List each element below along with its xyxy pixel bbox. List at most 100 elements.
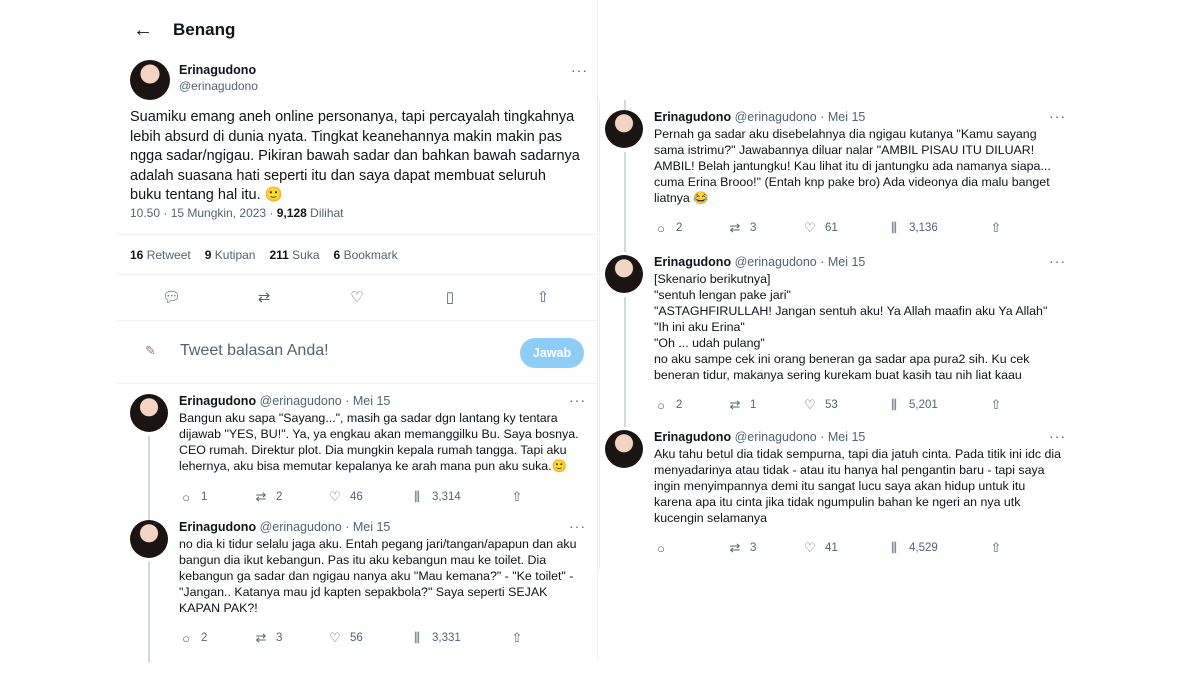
tweet-text: no dia ki tidur selalu jaga aku. Entah p… [179,537,577,615]
share-icon: ⇧ [990,540,1002,555]
more-options-icon[interactable]: ··· [1049,108,1066,124]
reply-action[interactable]: ○ 2 [179,630,254,646]
tweet-header: Erinagudono @erinagudono · Mei 15 [654,430,865,444]
like-action[interactable]: ♡ 56 [328,630,410,646]
bookmarks-stat[interactable]: 6 Bookmark [334,248,398,262]
retweet-action[interactable]: ⇄ 2 [254,489,328,505]
thread-line [624,152,626,252]
share-action[interactable]: ⇧ [510,489,524,505]
author-handle[interactable]: @erinagudono [179,79,258,93]
avatar[interactable] [130,394,168,432]
share-icon[interactable]: ⇧ [534,288,552,306]
more-options-icon[interactable]: ··· [1049,253,1066,269]
reply-action[interactable]: ○ [654,540,728,556]
avatar[interactable] [130,520,168,558]
avatar[interactable] [605,110,643,148]
tweet-line: "Ih ini aku Erina" [654,320,745,334]
handle-date[interactable]: @erinagudono · Mei 15 [735,255,866,269]
heart-icon: ♡ [804,540,816,555]
tweet-line: "sentuh lengan pake jari" [654,288,791,302]
heart-icon: ♡ [804,220,816,235]
share-action[interactable]: ⇧ [989,540,1003,556]
more-options-icon[interactable]: ··· [571,62,588,78]
views-action[interactable]: ⫼ 4,529 [887,540,989,556]
retweet-action[interactable]: ⇄ 3 [728,220,803,236]
author-name[interactable]: Erinagudono [179,63,258,77]
tweet-line: [Skenario berikutnya] [654,272,771,286]
like-action[interactable]: ♡ 46 [328,489,410,505]
avatar[interactable] [605,430,643,468]
like-action[interactable]: ♡ 53 [803,397,887,413]
like-action[interactable]: ♡ 61 [803,220,887,236]
views-icon: ⫼ [891,397,897,412]
avatar[interactable] [130,60,170,100]
reply-action[interactable]: ○ 1 [179,489,254,505]
quotes-stat[interactable]: 9 Kutipan [205,248,256,262]
handle-date[interactable]: @erinagudono · Mei 15 [260,520,391,534]
retweet-count: 3 [750,222,757,234]
reply-icon: ○ [657,540,665,556]
tweet-actions: ○ 2 ⇄ 3 ♡ 56 ⫼ 3,331 ⇧ [179,630,524,646]
tweet-line: "Oh ... udah pulang" [654,336,765,350]
views-action[interactable]: ⫼ 3,314 [410,489,510,505]
tweet-actions: ○ 2 ⇄ 1 ♡ 53 ⫼ 5,201 ⇧ [654,397,1003,413]
more-options-icon[interactable]: ··· [1049,428,1066,444]
reply-button[interactable]: Jawab [520,338,584,368]
tweet-actions: 💬︎ ⇄ ♡ ▯ ⇧ [162,288,552,306]
retweet-icon[interactable]: ⇄ [255,288,273,306]
views-icon: ⫼ [414,630,420,645]
reply-icon[interactable]: 💬︎ [162,288,181,306]
author-name[interactable]: Erinagudono [654,430,731,444]
handle-date[interactable]: @erinagudono · Mei 15 [735,430,866,444]
handle-date[interactable]: @erinagudono · Mei 15 [260,394,391,408]
arrow-left-icon[interactable]: ← [123,19,163,42]
more-options-icon[interactable]: ··· [569,518,586,534]
share-action[interactable]: ⇧ [989,397,1003,413]
heart-icon: ♡ [329,489,341,504]
views-action[interactable]: ⫼ 3,136 [887,220,989,236]
bookmarks-label: Bookmark [343,248,398,262]
views-action[interactable]: ⫼ 3,331 [410,630,510,646]
quotes-label: Kutipan [214,248,256,262]
share-icon: ⇧ [990,220,1002,235]
quotes-count: 9 [204,248,212,262]
retweet-icon: ⇄ [729,540,741,555]
reply-action[interactable]: ○ 2 [654,397,728,413]
more-options-icon[interactable]: ··· [569,392,586,408]
tweet-text: Bangun aku sapa "Sayang...", masih ga sa… [179,411,579,473]
views-action[interactable]: ⫼ 5,201 [887,397,989,413]
like-count: 53 [825,399,838,411]
thread-line [624,297,626,427]
retweet-action[interactable]: ⇄ 3 [728,540,803,556]
like-action[interactable]: ♡ 41 [803,540,887,556]
like-count: 41 [825,542,838,554]
author-name[interactable]: Erinagudono [654,255,731,269]
likes-stat[interactable]: 211 Suka [269,248,319,262]
heart-icon[interactable]: ♡ [348,288,366,306]
tweet-actions: ○ 2 ⇄ 3 ♡ 61 ⫼ 3,136 ⇧ [654,220,1003,236]
retweets-stat[interactable]: 16 Retweet [130,248,191,262]
author-name[interactable]: Erinagudono [654,110,731,124]
share-action[interactable]: ⇧ [510,630,524,646]
author-info: Erinagudono @erinagudono [179,63,258,93]
bookmarks-count: 6 [333,248,341,262]
tweet-header: Erinagudono @erinagudono · Mei 15 [179,394,390,408]
avatar[interactable] [605,255,643,293]
share-icon: ⇧ [511,489,523,504]
tweet-actions: ○ 1 ⇄ 2 ♡ 46 ⫼ 3,314 ⇧ [179,489,524,505]
user-avatar-icon: ✎ [145,343,156,358]
author-name[interactable]: Erinagudono [179,394,256,408]
bookmark-icon[interactable]: ▯ [441,288,459,306]
handle-date[interactable]: @erinagudono · Mei 15 [735,110,866,124]
tweet-header: Erinagudono @erinagudono · Mei 15 [654,110,865,124]
tweet-header: Erinagudono @erinagudono · Mei 15 [654,255,865,269]
tweet-timestamp[interactable]: 10.50 · 15 Mungkin, 2023 · [130,206,273,220]
author-name[interactable]: Erinagudono [179,520,256,534]
reply-input[interactable]: Tweet balasan Anda! [180,342,329,360]
retweet-action[interactable]: ⇄ 1 [728,397,803,413]
reply-action[interactable]: ○ 2 [654,220,728,236]
divider [117,320,597,321]
retweet-action[interactable]: ⇄ 3 [254,630,328,646]
thread-panel-right: Erinagudono @erinagudono · Mei 15 ··· Pe… [599,100,1079,570]
share-action[interactable]: ⇧ [989,220,1003,236]
